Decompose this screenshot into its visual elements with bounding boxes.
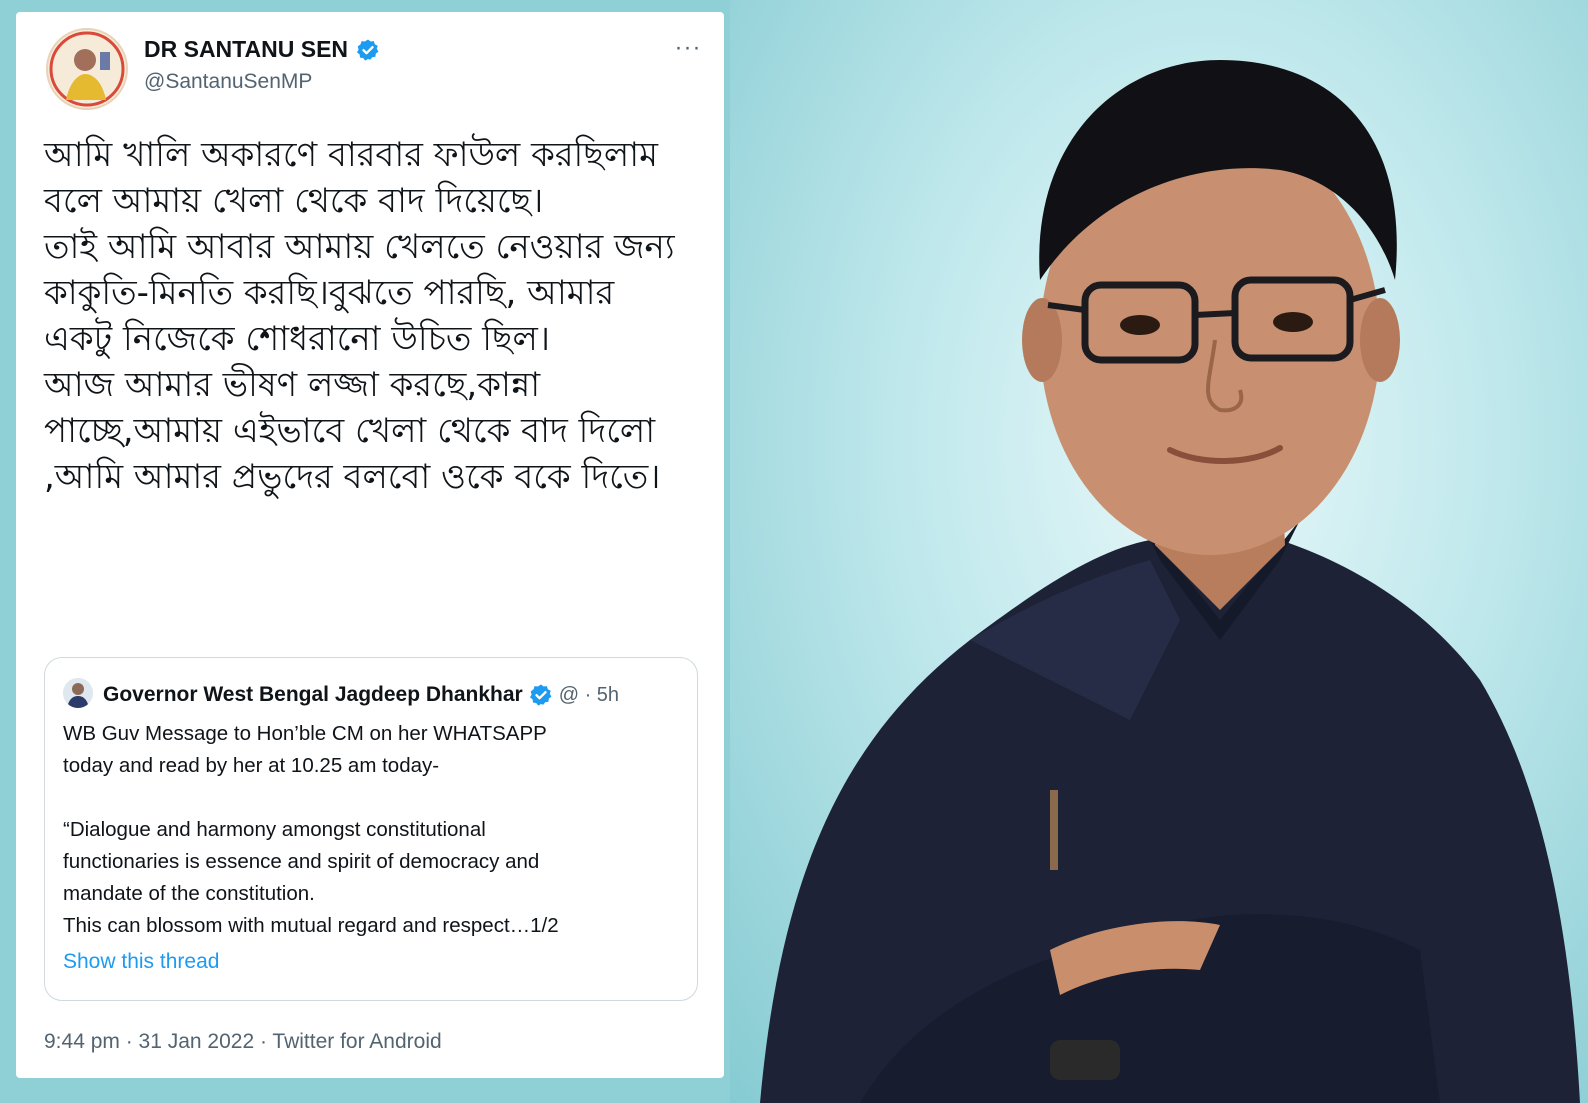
quoted-line: mandate of the constitution. xyxy=(63,882,315,905)
tweet-timestamp[interactable]: 9:44 pm · 31 Jan 2022 · Twitter for Andr… xyxy=(44,1030,442,1054)
quoted-line: today and read by her at 10.25 am today- xyxy=(63,754,440,777)
quoted-tweet[interactable]: Governor West Bengal Jagdeep Dhankhar @ … xyxy=(44,657,698,1001)
person-photo xyxy=(760,60,1580,1103)
author-name[interactable]: DR SANTANU SEN xyxy=(144,36,380,63)
tweet-paragraph: আমি খালি অকারণে বারবার ফাউল করছিলাম বলে … xyxy=(44,135,658,221)
tweet-text: আমি খালি অকারণে বারবার ফাউল করছিলাম বলে … xyxy=(44,132,684,500)
quoted-spacer xyxy=(63,782,683,814)
tweet-paragraph: আজ আমার ভীষণ লজ্জা করছে,কান্না পাচ্ছে,আম… xyxy=(44,365,661,497)
author-name-text: DR SANTANU SEN xyxy=(144,36,349,62)
more-options-icon[interactable]: ··· xyxy=(668,34,708,64)
quoted-meta: @ · 5h xyxy=(558,683,620,706)
quoted-line: “Dialogue and harmony amongst constituti… xyxy=(63,818,486,841)
quoted-author-name[interactable]: Governor West Bengal Jagdeep Dhankhar xyxy=(103,683,523,707)
quoted-line: WB Guv Message to Hon’ble CM on her WHAT… xyxy=(63,722,547,745)
quoted-header: Governor West Bengal Jagdeep Dhankhar @ … xyxy=(103,680,619,710)
verified-badge-icon xyxy=(357,39,379,61)
author-handle[interactable]: @SantanuSenMP xyxy=(144,70,312,94)
tweet-card: DR SANTANU SEN @SantanuSenMP ··· আমি খাল… xyxy=(16,12,724,1078)
quoted-author-avatar[interactable] xyxy=(63,678,93,708)
quoted-text: WB Guv Message to Hon’ble CM on her WHAT… xyxy=(63,718,683,942)
quoted-line: This can blossom with mutual regard and … xyxy=(63,914,559,937)
quoted-line: functionaries is essence and spirit of d… xyxy=(63,850,540,873)
tweet-paragraph: তাই আমি আবার আমায় খেলতে নেওয়ার জন্য কা… xyxy=(44,227,675,359)
avatar-image xyxy=(48,30,126,108)
author-avatar[interactable] xyxy=(46,28,128,110)
verified-badge-icon xyxy=(529,684,552,706)
show-thread-link[interactable]: Show this thread xyxy=(63,950,219,974)
quoted-avatar-image xyxy=(63,678,93,708)
